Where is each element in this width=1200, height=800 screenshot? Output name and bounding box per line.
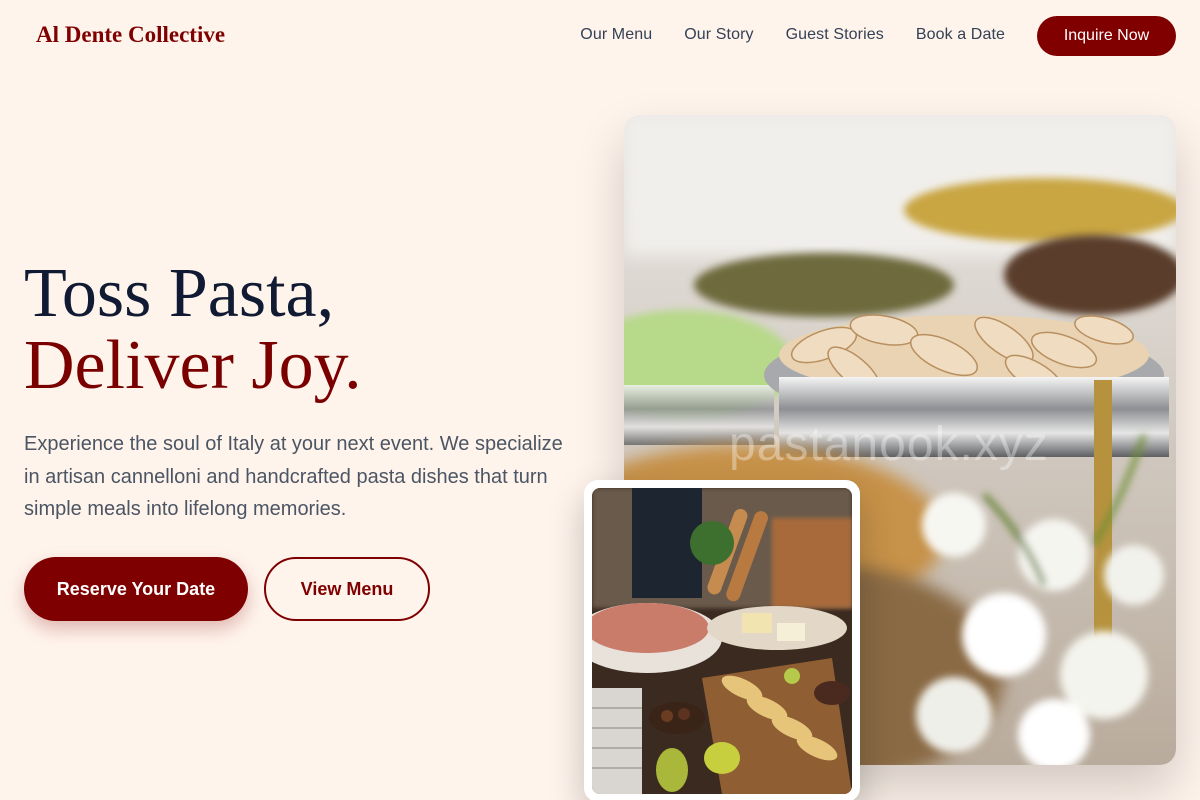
brand-logo[interactable]: Al Dente Collective bbox=[36, 22, 225, 48]
image-watermark: pastanook.xyz bbox=[729, 418, 1049, 471]
nav-link-guest-stories[interactable]: Guest Stories bbox=[786, 26, 884, 44]
charcuterie-table-photo bbox=[592, 488, 852, 794]
view-menu-button[interactable]: View Menu bbox=[264, 557, 430, 621]
reserve-date-button[interactable]: Reserve Your Date bbox=[24, 557, 248, 621]
nav-links: Our Menu Our Story Guest Stories Book a … bbox=[580, 26, 1005, 44]
top-nav: Al Dente Collective Our Menu Our Story G… bbox=[0, 0, 1200, 72]
hero-title: Toss Pasta, Deliver Joy. bbox=[24, 258, 362, 402]
nav-link-our-menu[interactable]: Our Menu bbox=[580, 26, 652, 44]
charcuterie-table-photo-card bbox=[584, 480, 860, 800]
hero-title-line-2: Deliver Joy. bbox=[24, 327, 362, 404]
nav-link-our-story[interactable]: Our Story bbox=[684, 26, 753, 44]
hero-title-line-1: Toss Pasta, bbox=[24, 255, 335, 332]
nav-link-book-a-date[interactable]: Book a Date bbox=[916, 26, 1005, 44]
inquire-now-button[interactable]: Inquire Now bbox=[1037, 16, 1176, 56]
hero-description: Experience the soul of Italy at your nex… bbox=[24, 433, 563, 520]
